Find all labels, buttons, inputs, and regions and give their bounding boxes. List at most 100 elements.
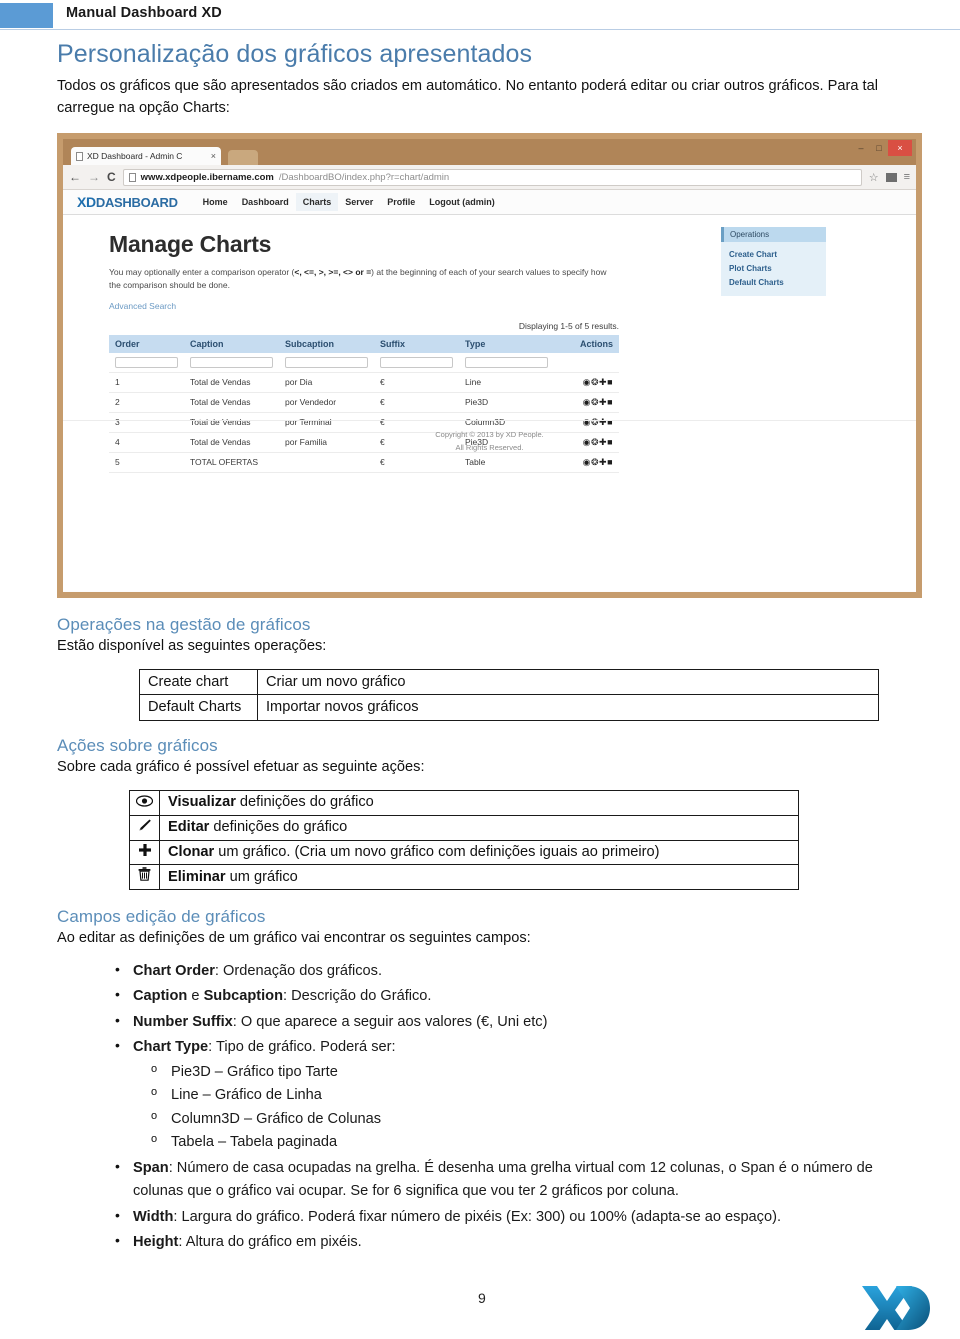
trash-icon [129,864,160,891]
document-title: Manual Dashboard XD [66,5,222,21]
charts-table-filter-row [109,352,619,373]
list-item: Pie3D – Gráfico tipo Tarte [133,1061,922,1084]
col-subcaption[interactable]: Subcaption [279,334,374,353]
cell-type: Line [459,372,554,393]
cell-order: 5 [109,452,184,473]
header-divider [0,29,960,30]
forward-icon[interactable]: → [88,170,100,184]
site-logo-dashboard: DASHBOARD [95,195,178,211]
col-actions: Actions [554,334,619,353]
col-type[interactable]: Type [459,334,554,353]
extension-icon[interactable] [885,172,897,182]
filter-subcaption-input[interactable] [285,356,368,368]
cell-suffix: € [374,372,459,393]
list-item: Column3D – Gráfico de Colunas [133,1108,922,1131]
field-rest-caption: : Descrição do Gráfico. [283,988,432,1005]
list-item: Width: Largura do gráfico. Poderá fixar … [57,1205,922,1229]
nav-item-charts[interactable]: Charts [295,193,339,212]
view-icon[interactable]: ◉ [583,457,591,467]
cell-type: Pie3D [459,392,554,413]
xd-logo [860,1282,930,1334]
action-rest-clonar: um gráfico. (Cria um novo gráfico com de… [214,843,660,860]
field-rest-height: : Altura do gráfico em pixéis. [178,1234,362,1251]
browser-titlebar: XD Dashboard - Admin C × – □ × [63,139,916,166]
operations-item-default-charts[interactable]: Default Charts [729,275,826,289]
bookmark-star-icon[interactable]: ☆ [869,171,879,184]
advanced-search-link[interactable]: Advanced Search [109,301,916,311]
filter-type-input[interactable] [465,356,548,368]
delete-icon[interactable]: ■ [607,397,613,407]
cell-suffix: € [374,452,459,473]
clone-icon[interactable]: ✚ [599,397,607,407]
table-row: 2 Total de Vendas por Vendedor € Pie3D ◉… [109,392,619,413]
chart-types-sublist: Pie3D – Gráfico tipo Tarte Line – Gráfic… [133,1061,922,1154]
cell-caption: Total de Vendas [184,372,279,393]
cell-order: 2 [109,392,184,413]
new-tab-button[interactable] [228,150,258,166]
field-bold-chart-order: Chart Order [133,962,215,979]
cell-type: Table [459,452,554,473]
rights-line: All Rights Reserved. [455,442,524,452]
section-paragraph-acoes: Sobre cada gráfico é possível efetuar as… [57,758,425,775]
operations-item-plot-charts[interactable]: Plot Charts [729,261,826,275]
cell-subcaption [279,452,374,473]
col-caption[interactable]: Caption [184,334,279,353]
action-desc-clonar: Clonar um gráfico. (Cria um novo gráfico… [159,839,799,866]
hamburger-menu-icon[interactable]: ≡ [904,171,910,183]
browser-tab[interactable]: XD Dashboard - Admin C × [71,147,221,166]
web-page: XDDASHBOARD Home Dashboard Charts Server… [63,190,916,592]
browser-screenshot: XD Dashboard - Admin C × – □ × ← → C www… [57,133,922,599]
nav-item-server[interactable]: Server [338,193,380,211]
clone-icon[interactable]: ✚ [599,457,607,467]
field-rest-width: : Largura do gráfico. Poderá fixar númer… [173,1208,781,1225]
action-bold-eliminar: Eliminar [168,868,226,885]
clone-icon[interactable]: ✚ [599,377,607,387]
close-window-icon[interactable]: × [888,140,912,157]
view-icon[interactable]: ◉ [583,397,591,407]
delete-icon[interactable]: ■ [607,377,613,387]
table-row: 5 TOTAL OFERTAS € Table ◉❂✚■ [109,452,619,473]
list-item: Chart Order: Ordenação dos gráficos. [57,959,922,983]
search-hint: You may optionally enter a comparison op… [109,266,609,292]
site-navbar: XDDASHBOARD Home Dashboard Charts Server… [63,190,916,216]
edit-icon[interactable]: ❂ [591,397,599,407]
action-bold-clonar: Clonar [168,843,215,860]
back-icon[interactable]: ← [69,170,81,184]
field-rest-chart-type: : Tipo de gráfico. Poderá ser: [208,1039,396,1056]
col-order[interactable]: Order [109,334,184,353]
field-bold-chart-type: Chart Type [133,1039,209,1056]
filter-suffix-input[interactable] [380,356,453,368]
edit-icon[interactable]: ❂ [591,457,599,467]
filter-caption-input[interactable] [190,356,273,368]
col-suffix[interactable]: Suffix [374,334,459,353]
field-bold-width: Width [133,1208,174,1225]
site-footer: Copyright © 2013 by XD People. All Right… [63,420,916,455]
view-icon[interactable]: ◉ [583,377,591,387]
reload-icon[interactable]: C [107,170,116,184]
action-rest-visualizar: definições do gráfico [235,794,374,811]
header-color-swatch [0,3,53,28]
minimize-icon[interactable]: – [852,140,870,156]
nav-item-dashboard[interactable]: Dashboard [235,193,296,211]
address-bar[interactable]: www.xdpeople.ibername.com/DashboardBO/in… [122,168,862,186]
page-number: 9 [478,1290,486,1306]
field-bold-caption: Caption [133,988,188,1005]
filter-order-input[interactable] [115,356,178,368]
cell-caption: TOTAL OFERTAS [184,452,279,473]
browser-tab-label: XD Dashboard - Admin C [87,151,183,162]
edit-icon[interactable]: ❂ [591,377,599,387]
close-tab-icon[interactable]: × [205,151,216,161]
delete-icon[interactable]: ■ [607,457,613,467]
field-bold-height: Height [133,1234,179,1251]
nav-item-home[interactable]: Home [196,193,235,211]
hint-operators: <, <=, >, >=, <> or = [294,267,372,278]
action-bold-visualizar: Visualizar [168,794,236,811]
nav-item-profile[interactable]: Profile [380,193,422,211]
cell-subcaption: por Dia [279,372,374,393]
action-desc-eliminar: Eliminar um gráfico [159,864,799,891]
operations-item-create-chart[interactable]: Create Chart [729,247,826,261]
operations-panel: Operations Create Chart Plot Charts Defa… [721,227,826,297]
table-row: Create chart Criar um novo gráfico [139,668,879,696]
nav-item-logout[interactable]: Logout (admin) [422,193,501,211]
maximize-icon[interactable]: □ [870,140,888,156]
